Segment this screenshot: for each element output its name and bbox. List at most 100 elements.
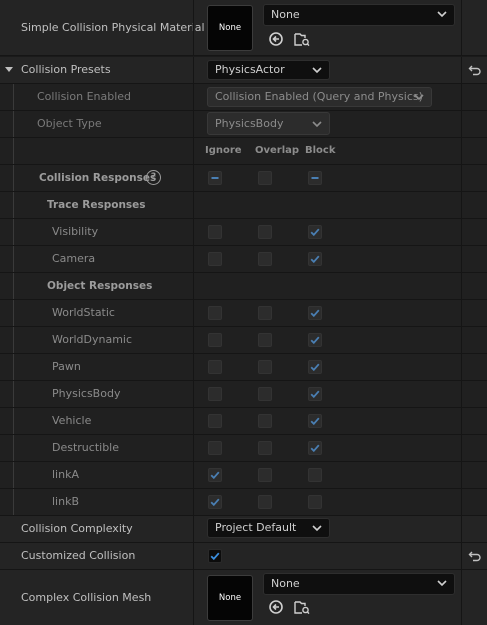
block-checkbox[interactable] — [308, 414, 322, 428]
object-type-combo[interactable]: PhysicsBody — [207, 112, 330, 135]
ignore-checkbox[interactable] — [208, 495, 222, 509]
overlap-checkbox[interactable] — [258, 387, 272, 401]
response-label: Visibility — [52, 225, 99, 238]
checkmark-icon — [310, 390, 320, 399]
indent-guide — [13, 192, 14, 218]
column-divider — [461, 300, 462, 326]
column-divider — [461, 165, 462, 191]
column-divider — [193, 435, 194, 461]
overlap-checkbox[interactable] — [258, 306, 272, 320]
column-divider — [193, 84, 194, 110]
response-row: PhysicsBody — [0, 381, 487, 408]
customized-collision-label: Customized Collision — [21, 549, 136, 562]
block-checkbox[interactable] — [308, 306, 322, 320]
column-divider — [461, 543, 462, 569]
chevron-down-icon — [312, 67, 322, 74]
response-row: Vehicle — [0, 408, 487, 435]
ignore-checkbox[interactable] — [208, 306, 222, 320]
complex-collision-mesh-thumbnail[interactable]: None — [207, 575, 253, 621]
overlap-checkbox[interactable] — [258, 495, 272, 509]
response-row: Pawn — [0, 354, 487, 381]
column-divider — [461, 489, 462, 515]
find-in-browser-icon[interactable] — [294, 31, 310, 47]
overlap-checkbox[interactable] — [258, 468, 272, 482]
block-checkbox[interactable] — [308, 495, 322, 509]
column-divider — [193, 489, 194, 515]
complex-collision-mesh-combo[interactable]: None — [263, 573, 455, 595]
response-row: linkB — [0, 489, 487, 516]
object-type-row: Object Type PhysicsBody — [0, 111, 487, 138]
ignore-checkbox[interactable] — [208, 360, 222, 374]
customized-collision-row: Customized Collision — [0, 543, 487, 570]
help-icon[interactable]: ? — [146, 170, 161, 185]
collision-complexity-label: Collision Complexity — [21, 522, 133, 535]
collision-enabled-row: Collision Enabled Collision Enabled (Que… — [0, 84, 487, 111]
collision-presets-combo[interactable]: PhysicsActor — [207, 60, 330, 80]
column-divider — [193, 219, 194, 245]
response-row: Visibility — [0, 219, 487, 246]
block-checkbox[interactable] — [308, 333, 322, 347]
overlap-checkbox[interactable] — [258, 414, 272, 428]
overlap-checkbox[interactable] — [258, 360, 272, 374]
reset-to-default-icon[interactable] — [468, 63, 482, 77]
ignore-checkbox[interactable] — [208, 414, 222, 428]
block-checkbox[interactable] — [308, 468, 322, 482]
block-checkbox[interactable] — [308, 252, 322, 266]
indent-guide — [13, 354, 14, 380]
column-divider — [193, 273, 194, 299]
physical-material-thumbnail[interactable]: None — [207, 5, 253, 51]
ignore-checkbox[interactable] — [208, 333, 222, 347]
collision-complexity-value: Project Default — [215, 521, 297, 534]
overlap-checkbox[interactable] — [258, 225, 272, 239]
overlap-checkbox[interactable] — [258, 252, 272, 266]
column-divider — [193, 111, 194, 137]
column-divider — [461, 138, 462, 164]
browse-to-asset-icon[interactable] — [268, 599, 284, 615]
expand-arrow-icon[interactable] — [4, 65, 14, 75]
ignore-checkbox[interactable] — [208, 225, 222, 239]
physical-material-combo[interactable]: None — [263, 4, 455, 26]
customized-collision-checkbox[interactable] — [208, 549, 222, 563]
ignore-checkbox[interactable] — [208, 441, 222, 455]
block-checkbox[interactable] — [308, 441, 322, 455]
ignore-all-checkbox[interactable] — [208, 171, 222, 185]
ignore-checkbox[interactable] — [208, 387, 222, 401]
column-divider — [193, 165, 194, 191]
overlap-checkbox[interactable] — [258, 441, 272, 455]
collision-complexity-combo[interactable]: Project Default — [207, 518, 330, 538]
column-divider — [193, 516, 194, 542]
block-checkbox[interactable] — [308, 387, 322, 401]
checkmark-icon — [310, 228, 320, 237]
column-divider — [193, 300, 194, 326]
chevron-down-icon — [312, 121, 322, 128]
collision-enabled-value: Collision Enabled (Query and Physics) — [215, 90, 423, 103]
collision-responses-label: Collision Responses — [39, 172, 157, 184]
column-divider — [193, 354, 194, 380]
trace-responses-label: Trace Responses — [47, 199, 146, 211]
response-label: Vehicle — [52, 414, 92, 427]
indent-guide — [13, 273, 14, 299]
reset-to-default-icon[interactable] — [468, 549, 482, 563]
browse-to-asset-icon[interactable] — [268, 31, 284, 47]
block-all-checkbox[interactable] — [308, 171, 322, 185]
column-divider — [461, 462, 462, 488]
find-in-browser-icon[interactable] — [294, 599, 310, 615]
column-divider — [193, 327, 194, 353]
column-divider — [193, 408, 194, 434]
block-checkbox[interactable] — [308, 225, 322, 239]
indent-guide — [13, 489, 14, 515]
overlap-checkbox[interactable] — [258, 333, 272, 347]
checkmark-icon — [310, 417, 320, 426]
response-row: Destructible — [0, 435, 487, 462]
column-divider — [193, 462, 194, 488]
indent-guide — [13, 165, 14, 191]
checkmark-icon — [210, 471, 220, 480]
column-divider — [461, 381, 462, 407]
response-label: linkB — [52, 495, 80, 508]
collision-enabled-combo[interactable]: Collision Enabled (Query and Physics) — [207, 87, 432, 107]
ignore-checkbox[interactable] — [208, 468, 222, 482]
block-checkbox[interactable] — [308, 360, 322, 374]
ignore-checkbox[interactable] — [208, 252, 222, 266]
overlap-all-checkbox[interactable] — [258, 171, 272, 185]
column-divider — [461, 57, 462, 83]
